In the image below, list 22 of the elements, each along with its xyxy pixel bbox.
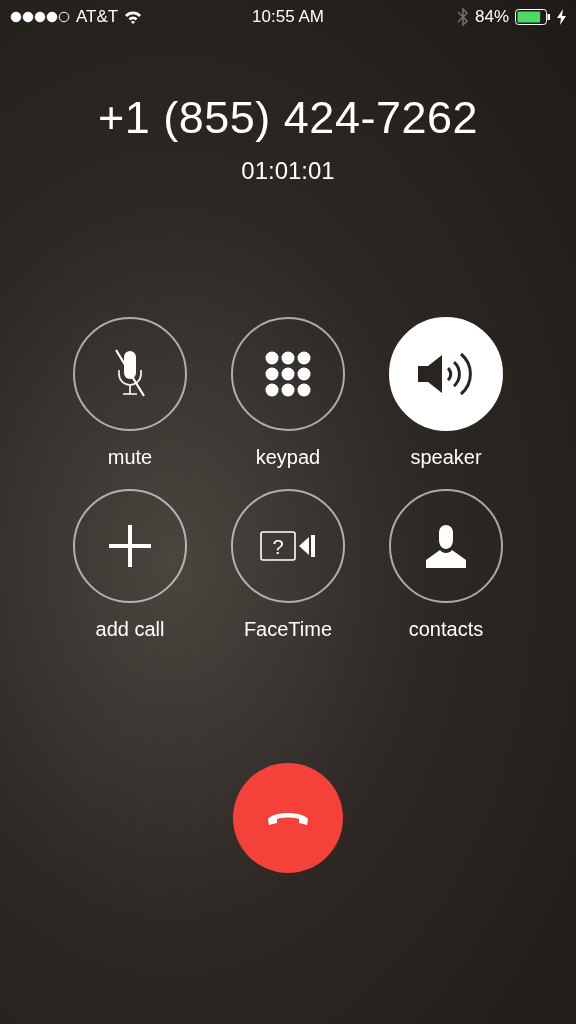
button-label: FaceTime [243, 617, 333, 641]
battery-percentage: 84% [474, 7, 509, 27]
carrier-name: AT&T [76, 7, 119, 27]
button-label: keypad [255, 445, 321, 469]
person-icon [424, 524, 468, 568]
clock-time: 10:55 AM [252, 7, 324, 26]
button-label: contacts [408, 617, 484, 641]
signal-icon [10, 11, 70, 23]
facetime-button[interactable]: ? [231, 489, 345, 603]
wifi-icon [124, 10, 143, 24]
battery-icon [515, 9, 551, 25]
mute-button[interactable] [73, 317, 187, 431]
button-label: add call [95, 617, 165, 641]
contacts-button[interactable] [389, 489, 503, 603]
keypad-icon [265, 351, 311, 397]
add-button[interactable] [73, 489, 187, 603]
button-label: mute [107, 445, 153, 469]
plus-icon [109, 525, 151, 567]
button-label: speaker [410, 445, 482, 469]
phone-number: +1 (855) 424-7262 [97, 91, 478, 145]
keypad-button[interactable] [231, 317, 345, 431]
call-duration: 01:01:01 [241, 157, 335, 185]
